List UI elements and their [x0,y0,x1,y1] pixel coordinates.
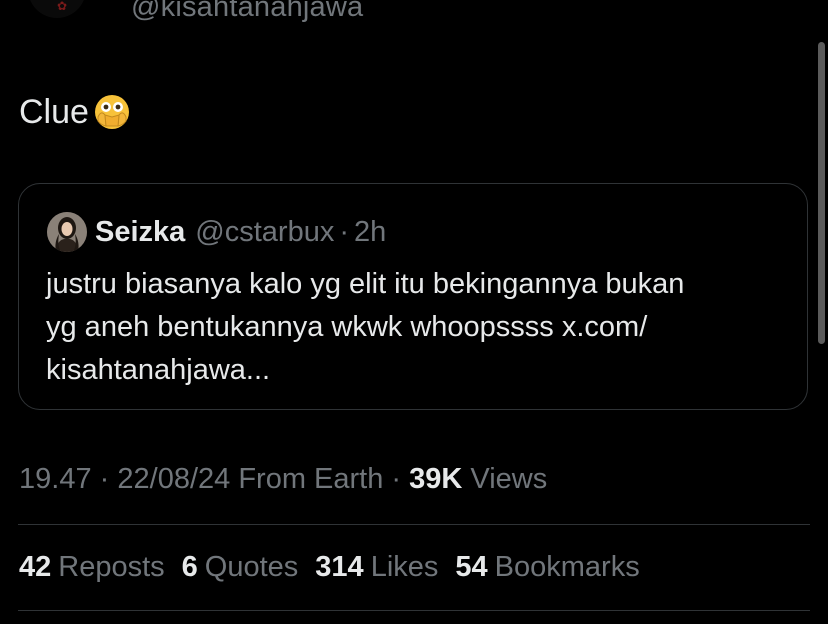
quoted-tweet-body: justru biasanya kalo yg elit itu bekinga… [46,263,786,392]
quoted-author-avatar[interactable] [47,212,87,252]
tweet-timestamp[interactable]: 19.47 [19,463,92,495]
tweet-source: From Earth [238,463,384,495]
quoted-author-name[interactable]: Seizka [95,216,185,249]
likes-stat[interactable]: 314 Likes [315,549,438,585]
engagement-stats: 42 Reposts 6 Quotes 314 Likes 54 Bookmarks [19,549,657,585]
quoted-tweet-time[interactable]: 2h [354,216,386,249]
meta-separator: · [391,463,402,495]
tweet-date[interactable]: 22/08/24 [117,463,230,495]
meta-separator: · [99,463,110,495]
bookmarks-label: Bookmarks [494,551,640,583]
quoted-tweet-card[interactable]: Seizka @cstarbux · 2h justru biasanya ka… [18,183,808,410]
reposts-label: Reposts [58,551,165,583]
quoted-tweet-line: yg aneh bentukannya wkwk whoopssss x.com… [46,311,648,343]
reposts-stat[interactable]: 42 Reposts [19,549,165,585]
views-label: Views [470,463,548,495]
tweet-detail-page: ✿ @kisahtanahjawa Clue Seizka @cstarbux … [0,0,828,624]
tweet-text-content: Clue [19,93,89,131]
tweet-text: Clue [19,92,131,132]
quoted-tweet-line: kisahtanahjawa... [46,354,271,386]
divider [18,524,810,525]
likes-label: Likes [370,551,439,583]
author-handle[interactable]: @kisahtanahjawa [131,0,363,24]
header-separator: · [339,215,350,248]
quotes-stat[interactable]: 6 Quotes [182,549,299,585]
divider [18,610,810,611]
quoted-tweet-header: Seizka @cstarbux · 2h [95,212,386,252]
bookmarks-stat[interactable]: 54 Bookmarks [455,549,639,585]
tweet-meta: 19.47 · 22/08/24 From Earth · 39K Views [19,461,547,497]
quoted-author-handle[interactable]: @cstarbux [195,216,334,249]
avatar-mark-icon: ✿ [57,0,68,13]
reposts-count: 42 [19,551,52,583]
views-count: 39K [409,463,463,495]
bookmarks-count: 54 [455,551,488,583]
scrollbar[interactable] [818,42,825,344]
likes-count: 314 [315,551,364,583]
quotes-count: 6 [181,551,198,583]
quotes-label: Quotes [204,551,299,583]
author-row: ✿ @kisahtanahjawa [0,0,828,24]
author-avatar[interactable]: ✿ [28,0,86,18]
face-with-hand-over-mouth-emoji-icon [93,93,131,131]
quoted-tweet-line: justru biasanya kalo yg elit itu bekinga… [46,268,685,300]
